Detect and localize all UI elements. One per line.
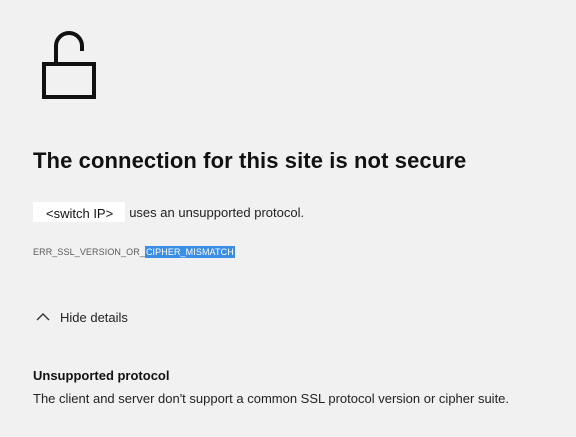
host-message-text: uses an unsupported protocol. — [129, 204, 305, 220]
unlocked-padlock-icon — [42, 31, 96, 99]
host-message: <switch IP> uses an unsupported protocol… — [33, 200, 304, 224]
error-code-prefix: ERR_SSL_VERSION_OR_ — [33, 247, 145, 257]
hide-details-button[interactable]: Hide details — [36, 306, 128, 328]
page-title: The connection for this site is not secu… — [33, 148, 467, 173]
details-body: The client and server don't support a co… — [33, 391, 510, 406]
error-code[interactable]: ERR_SSL_VERSION_OR_CIPHER_MISMATCH — [33, 246, 235, 258]
chevron-up-icon — [36, 313, 50, 321]
details-heading: Unsupported protocol — [33, 368, 170, 383]
host-name: <switch IP> — [33, 202, 126, 222]
error-code-selected: CIPHER_MISMATCH — [144, 246, 235, 258]
hide-details-label: Hide details — [60, 309, 128, 325]
